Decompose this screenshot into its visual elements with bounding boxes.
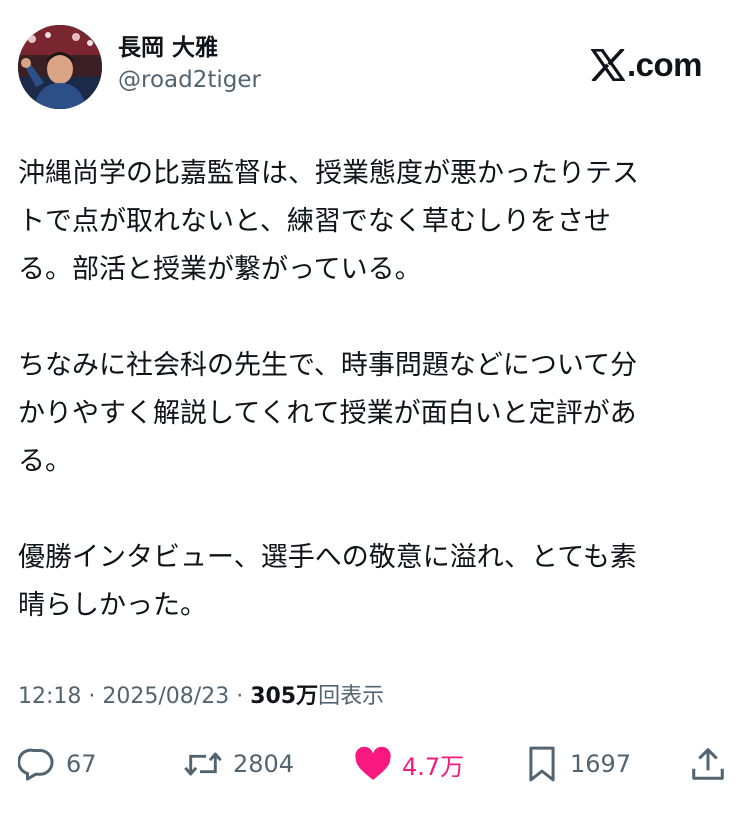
tweet-text: 沖縄尚学の比嘉監督は、授業態度が悪かったりテス トで点が取れないと、練習でなく草… [18,150,718,678]
like-count: 4.7万 [402,752,465,781]
bookmark-count: 1697 [570,750,632,778]
share-button[interactable] [690,738,726,790]
action-bar: 67 2804 4.7万 1697 [18,738,730,790]
views-label: 回表示 [318,684,385,709]
x-brand: .com [590,45,703,85]
tweet-card: 長岡 大雅 @road2tiger .com 沖縄尚学の比嘉監督は、授業態度が悪… [0,0,750,814]
reply-button[interactable]: 67 [18,738,97,790]
tweet-paragraph: ちなみに社会科の先生で、時事問題などについて分 かりやすく解説してくれて授業が面… [18,350,638,477]
meta-separator: · [229,684,251,709]
tweet-paragraph: 沖縄尚学の比嘉監督は、授業態度が悪かったりテス トで点が取れないと、練習でなく草… [18,158,639,285]
user-handle[interactable]: @road2tiger [118,63,261,97]
author-names: 長岡 大雅 @road2tiger [118,33,261,97]
tweet-header: 長岡 大雅 @road2tiger .com [18,25,732,109]
display-name[interactable]: 長岡 大雅 [118,33,261,63]
x-logo-icon [590,49,625,81]
brand-domain: .com [626,46,703,83]
reply-count: 67 [66,750,97,778]
retweet-button[interactable]: 2804 [183,738,294,790]
retweet-count: 2804 [233,750,295,778]
tweet-paragraph: 優勝インタビュー、選手への敬意に溢れ、とても素 晴らしかった。 [18,542,637,621]
reply-icon [18,745,56,783]
views-count: 305万 [250,684,319,709]
avatar[interactable] [18,25,102,109]
meta-separator: · [81,684,103,709]
share-icon [690,745,726,783]
bookmark-icon [524,745,560,783]
bookmark-button[interactable]: 1697 [524,738,631,790]
like-button[interactable]: 4.7万 [354,738,464,790]
heart-icon [354,746,392,782]
tweet-date[interactable]: 2025/08/23 [102,684,229,709]
tweet-time[interactable]: 12:18 [18,684,81,709]
tweet-meta: 12:18 · 2025/08/23 · 305万回表示 [18,680,384,714]
retweet-icon [183,745,223,783]
